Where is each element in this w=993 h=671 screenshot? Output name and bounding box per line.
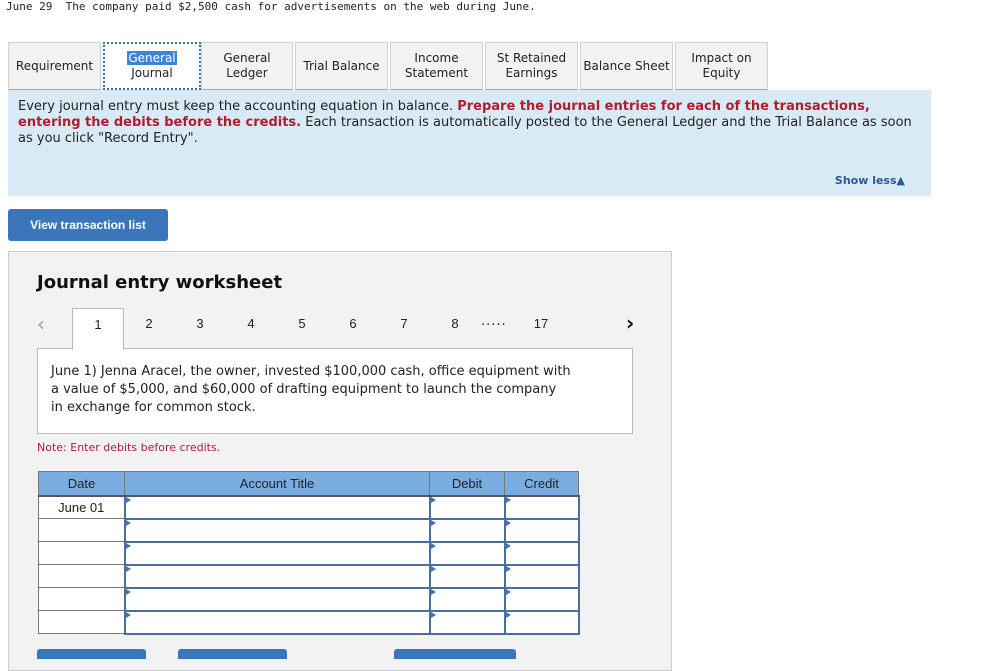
column-header-date: Date bbox=[38, 471, 125, 497]
date-cell bbox=[38, 541, 125, 565]
transaction-header: June 29 The company paid $2,500 cash for… bbox=[6, 0, 536, 13]
account-title-input[interactable] bbox=[123, 563, 431, 589]
instructions-panel: Every journal entry must keep the accoun… bbox=[8, 90, 931, 196]
table-row bbox=[38, 586, 580, 612]
chevron-left-icon[interactable]: ‹ bbox=[37, 312, 45, 336]
account-title-input[interactable] bbox=[123, 586, 431, 612]
credit-input[interactable] bbox=[503, 609, 580, 635]
journal-entry-table: Date Account Title Debit Credit June 01 bbox=[38, 471, 580, 635]
credit-input[interactable] bbox=[503, 540, 580, 566]
table-row: June 01 bbox=[38, 494, 580, 520]
page-tab-17[interactable]: 17 bbox=[531, 316, 551, 331]
tab-label-line2: Journal bbox=[131, 66, 173, 80]
instructions-intro: Every journal entry must keep the accoun… bbox=[18, 99, 458, 114]
tab-label-line1: General bbox=[223, 51, 271, 65]
record-entry-button[interactable] bbox=[37, 649, 146, 659]
tab-balance-sheet[interactable]: Balance Sheet bbox=[580, 42, 673, 90]
tab-label-line2: Equity bbox=[702, 66, 741, 80]
triangle-up-icon: ▲ bbox=[896, 174, 905, 187]
page-tab-5[interactable]: 5 bbox=[292, 316, 312, 331]
page-tab-3[interactable]: 3 bbox=[190, 316, 210, 331]
credit-input[interactable] bbox=[503, 563, 580, 589]
tab-label-line2: Ledger bbox=[226, 66, 268, 80]
credit-input[interactable] bbox=[503, 494, 580, 520]
table-row bbox=[38, 609, 580, 635]
page-tab-1[interactable]: 1 bbox=[72, 308, 124, 350]
tab-impact-on-equity[interactable]: Impact on Equity bbox=[675, 42, 768, 90]
view-general-journal-button[interactable] bbox=[394, 649, 516, 659]
table-row bbox=[38, 540, 580, 566]
date-cell bbox=[38, 587, 125, 611]
show-less-link[interactable]: Show less▲ bbox=[835, 174, 905, 187]
debit-input[interactable] bbox=[428, 494, 506, 520]
page-tab-4[interactable]: 4 bbox=[241, 316, 261, 331]
tab-income-statement[interactable]: Income Statement bbox=[390, 42, 483, 90]
column-header-account-title: Account Title bbox=[124, 471, 430, 497]
tab-label-line1: General bbox=[127, 51, 177, 65]
worksheet-title: Journal entry worksheet bbox=[37, 272, 283, 293]
journal-entry-worksheet: Journal entry worksheet ‹ 1 2 3 4 5 6 7 … bbox=[8, 251, 672, 671]
page-tab-7[interactable]: 7 bbox=[394, 316, 414, 331]
show-less-label: Show less bbox=[834, 174, 897, 187]
account-title-input[interactable] bbox=[123, 517, 431, 543]
date-cell: June 01 bbox=[38, 495, 125, 519]
tab-label-line1: St Retained bbox=[496, 51, 567, 65]
tab-trial-balance[interactable]: Trial Balance bbox=[295, 42, 388, 90]
debit-input[interactable] bbox=[428, 563, 506, 589]
tab-st-retained-earnings[interactable]: St Retained Earnings bbox=[485, 42, 578, 90]
tab-label-line1: Income bbox=[414, 51, 459, 65]
tab-bar: Requirement General Journal General Ledger… bbox=[8, 42, 770, 90]
account-title-input[interactable] bbox=[123, 609, 431, 635]
table-row bbox=[38, 517, 580, 543]
column-header-credit: Credit bbox=[504, 471, 579, 497]
chevron-right-icon[interactable]: › bbox=[626, 311, 634, 335]
credit-input[interactable] bbox=[503, 586, 580, 612]
page-tab-8[interactable]: 8 bbox=[445, 316, 465, 331]
tab-label-line2: Statement bbox=[404, 66, 469, 80]
page-tab-2[interactable]: 2 bbox=[139, 316, 159, 331]
table-header-row: Date Account Title Debit Credit bbox=[38, 471, 579, 497]
page-number: 1 bbox=[94, 317, 102, 332]
view-transaction-list-button[interactable]: View transaction list bbox=[8, 209, 168, 241]
tab-label-line1: Impact on bbox=[691, 51, 752, 65]
debit-input[interactable] bbox=[428, 517, 506, 543]
instructions-text: Every journal entry must keep the accoun… bbox=[18, 99, 923, 147]
column-header-debit: Debit bbox=[429, 471, 505, 497]
tab-general-ledger[interactable]: General Ledger bbox=[201, 42, 293, 90]
tab-label: Requirement bbox=[15, 58, 94, 73]
date-cell bbox=[38, 610, 125, 634]
account-title-input[interactable] bbox=[123, 540, 431, 566]
tab-label: Balance Sheet bbox=[583, 58, 670, 73]
date-cell bbox=[38, 564, 125, 588]
transaction-description-box: June 1) Jenna Aracel, the owner, investe… bbox=[37, 348, 633, 434]
tab-requirement[interactable]: Requirement bbox=[8, 42, 101, 90]
transaction-description: June 1) Jenna Aracel, the owner, investe… bbox=[51, 364, 571, 415]
tab-general-journal[interactable]: General Journal bbox=[103, 42, 201, 90]
table-row bbox=[38, 563, 580, 589]
page-tab-6[interactable]: 6 bbox=[343, 316, 363, 331]
debit-input[interactable] bbox=[428, 586, 506, 612]
debit-input[interactable] bbox=[428, 609, 506, 635]
debit-credit-note: Note: Enter debits before credits. bbox=[37, 441, 221, 454]
credit-input[interactable] bbox=[503, 517, 580, 543]
date-cell bbox=[38, 518, 125, 542]
tab-label: Trial Balance bbox=[303, 58, 380, 73]
debit-input[interactable] bbox=[428, 540, 506, 566]
clear-entry-button[interactable] bbox=[178, 649, 287, 659]
tab-label-line2: Earnings bbox=[505, 66, 558, 80]
account-title-input[interactable] bbox=[123, 494, 431, 520]
pagination-ellipsis: ..... bbox=[481, 314, 507, 329]
